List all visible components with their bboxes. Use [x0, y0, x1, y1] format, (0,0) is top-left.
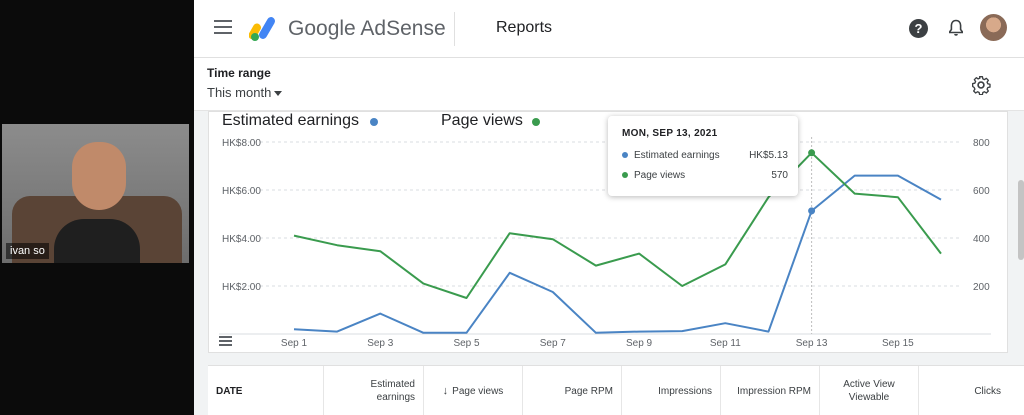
scrollbar-thumb[interactable]	[1018, 180, 1024, 260]
adsense-screen: Google AdSense Reports ? Time range This…	[194, 0, 1024, 415]
y-left-tick-label: HK$2.00	[222, 282, 261, 293]
tooltip-dot-earnings	[622, 152, 628, 159]
tooltip-row-pageviews: Page views 570	[622, 170, 788, 181]
column-header-page-rpm[interactable]: Page RPM	[523, 366, 622, 415]
section-title: Reports	[496, 19, 553, 36]
menu-icon[interactable]	[214, 20, 232, 34]
chart-options-icon[interactable]	[219, 336, 232, 346]
tooltip-label-earnings: Estimated earnings	[634, 150, 720, 161]
tooltip-value-pageviews: 570	[771, 170, 788, 181]
participant-video: ivan so	[2, 124, 189, 263]
column-header-active-view-viewable[interactable]: Active View Viewable	[820, 366, 919, 415]
account-avatar[interactable]	[980, 14, 1007, 41]
x-tick-label: Sep 1	[281, 338, 308, 349]
help-icon[interactable]: ?	[909, 19, 928, 38]
chart-tooltip: MON, SEP 13, 2021 Estimated earnings HK$…	[608, 116, 798, 196]
x-tick-label: Sep 7	[540, 338, 567, 349]
y-right-tick-label: 200	[973, 282, 990, 293]
x-tick-label: Sep 11	[710, 338, 741, 349]
dropdown-arrow-icon[interactable]	[274, 91, 282, 96]
y-left-tick-label: HK$6.00	[222, 186, 261, 197]
tooltip-value-earnings: HK$5.13	[749, 150, 788, 161]
x-tick-label: Sep 3	[367, 338, 394, 349]
tooltip-dot-pageviews	[622, 172, 628, 179]
adsense-logo-icon	[249, 17, 275, 41]
column-header-date[interactable]: DATE	[208, 366, 324, 415]
tooltip-row-earnings: Estimated earnings HK$5.13	[622, 150, 788, 161]
hover-point-page-views	[808, 149, 816, 157]
y-right-tick-label: 800	[973, 138, 990, 149]
notifications-bell-icon[interactable]	[948, 19, 964, 37]
x-tick-label: Sep 13	[796, 338, 828, 349]
series-line-estimated-earnings	[293, 174, 942, 334]
y-left-tick-label: HK$8.00	[222, 138, 261, 149]
sort-descending-icon: ↓	[442, 384, 449, 397]
x-tick-label: Sep 15	[882, 338, 914, 349]
report-table-header: DATE Estimated earnings ↓ Page views Pag…	[208, 365, 1024, 415]
tooltip-label-pageviews: Page views	[634, 170, 686, 181]
participant-name: ivan so	[6, 243, 49, 259]
y-right-tick-label: 600	[973, 186, 990, 197]
top-app-bar: Google AdSense Reports ?	[194, 0, 1024, 58]
time-range-select[interactable]: This month	[207, 85, 271, 100]
x-tick-label: Sep 9	[626, 338, 653, 349]
tooltip-date: MON, SEP 13, 2021	[622, 128, 718, 139]
x-tick-label: Sep 5	[453, 338, 480, 349]
video-person-body	[54, 219, 140, 263]
hover-point-estimated-earnings	[808, 207, 816, 215]
column-header-impressions[interactable]: Impressions	[622, 366, 721, 415]
brand-title: Google AdSense	[288, 17, 446, 40]
time-range-bar: Time range This month	[194, 58, 1024, 111]
settings-gear-icon[interactable]	[971, 75, 991, 95]
column-header-estimated-earnings[interactable]: Estimated earnings	[324, 366, 424, 415]
column-header-impression-rpm[interactable]: Impression RPM	[721, 366, 820, 415]
column-header-clicks[interactable]: Clicks	[919, 366, 1009, 415]
column-header-page-views[interactable]: ↓ Page views	[424, 366, 523, 415]
column-header-page-views-label: Page views	[452, 385, 504, 397]
video-person-head	[72, 142, 126, 210]
time-range-label: Time range	[207, 66, 271, 80]
header-divider	[454, 12, 455, 46]
y-right-tick-label: 400	[973, 234, 990, 245]
y-left-tick-label: HK$4.00	[222, 234, 261, 245]
